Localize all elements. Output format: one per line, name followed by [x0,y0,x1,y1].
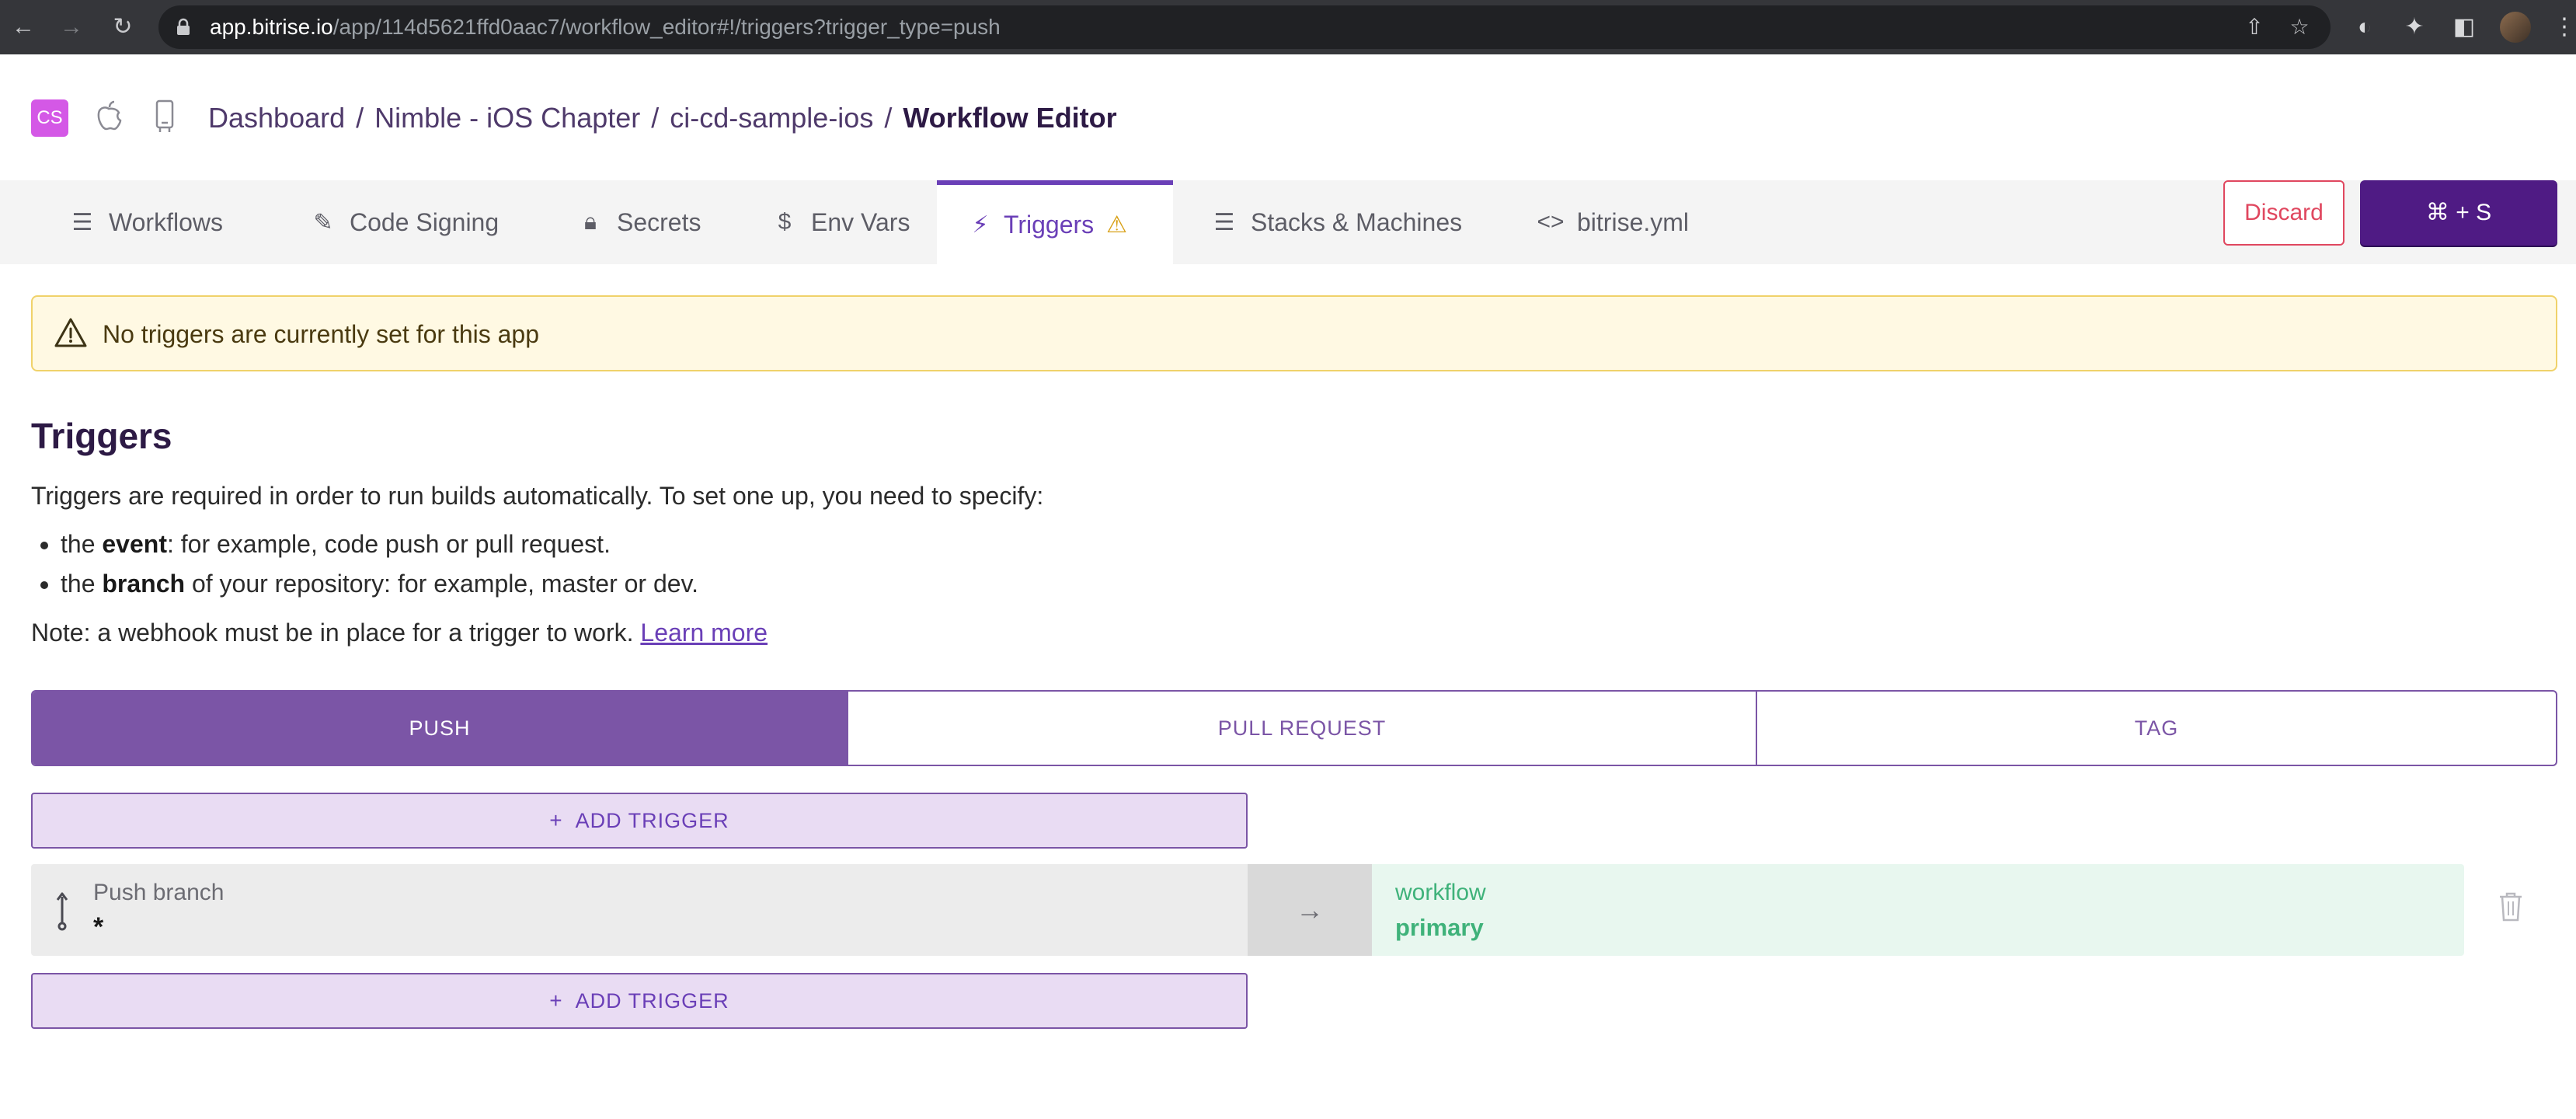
layers-icon: ☰ [1213,209,1235,235]
bolt-icon: ⚡︎ [972,211,989,238]
tab-push[interactable]: PUSH [33,692,848,765]
bullet-suffix: : for example, code push or pull request… [166,530,611,558]
extension-icon[interactable]: ◐ [2351,13,2379,41]
apple-icon [97,100,122,131]
trigger-row[interactable]: Push branch * → workflow primary [31,864,2464,956]
list-icon: ☰ [71,209,93,235]
workflow-name: primary [1395,914,1484,941]
add-trigger-button[interactable]: + ADD TRIGGER [31,793,1248,849]
editor-tabbar: ☰ Workflows ✎ Code Signing 🔒︎ Secrets $ … [0,180,2576,264]
tab-secrets[interactable]: 🔒︎ Secrets [575,180,701,264]
url-path: /app/114d5621ffd0aac7/workflow_editor#!/… [332,15,1001,39]
alert-message: No triggers are currently set for this a… [103,320,540,348]
add-trigger-label: ADD TRIGGER [575,808,729,832]
bullet-strong: branch [102,570,186,598]
workflow-label: workflow [1395,880,1486,905]
delete-trigger-icon[interactable] [2497,889,2525,923]
requirements-list: the event: for example, code push or pul… [61,530,698,609]
side-panel-icon[interactable]: ◧ [2450,13,2478,41]
tab-label: Workflows [109,207,223,236]
webhook-note: Note: a webhook must be in place for a t… [31,619,768,647]
bullet-suffix: of your repository: for example, master … [185,570,699,598]
lock-icon: 🔒︎ [584,209,597,235]
bookmark-star-icon[interactable]: ☆ [2287,15,2312,40]
bullet-prefix: the [61,530,103,558]
list-item: the branch of your repository: for examp… [61,570,698,598]
tab-stacks-machines[interactable]: ☰ Stacks & Machines [1209,180,1463,264]
tab-label: Stacks & Machines [1251,207,1463,236]
no-triggers-alert: No triggers are currently set for this a… [31,295,2557,371]
dollar-icon: $ [778,209,792,235]
breadcrumb-separator: / [356,102,364,134]
note-text: Note: a webhook must be in place for a t… [31,619,641,647]
mobile-device-icon [155,99,174,132]
breadcrumb-app[interactable]: ci-cd-sample-ios [670,102,873,134]
intro-text: Triggers are required in order to run bu… [31,482,1044,510]
app-avatar[interactable]: CS [31,99,68,137]
tab-bitrise-yml[interactable]: <> bitrise.yml [1535,180,1689,264]
tab-label: Env Vars [811,207,910,236]
arrow-right-icon: → [1248,864,1372,956]
bullet-prefix: the [61,570,103,598]
tab-label: bitrise.yml [1577,207,1690,236]
reload-icon[interactable]: ↻ [106,10,140,44]
discard-button[interactable]: Discard [2223,180,2345,246]
tab-env-vars[interactable]: $ Env Vars [769,180,910,264]
page-title: Workflow Editor [903,102,1117,134]
profile-avatar[interactable] [2500,12,2531,43]
breadcrumb: Dashboard / Nimble - iOS Chapter / ci-cd… [208,99,1117,137]
tab-pull-request[interactable]: PULL REQUEST [848,692,1757,765]
warning-icon [54,318,87,347]
tab-triggers[interactable]: ⚡︎ Triggers ⚠︎ [937,180,1173,264]
breadcrumb-organization[interactable]: Nimble - iOS Chapter [374,102,640,134]
save-button[interactable]: ⌘ + S [2360,180,2557,246]
push-branch-icon [56,892,68,931]
lock-icon [177,18,190,35]
tab-code-signing[interactable]: ✎ Code Signing [308,180,499,264]
tab-label: Code Signing [350,207,500,236]
trigger-type-selector: PUSH PULL REQUEST TAG [31,690,2557,766]
warning-icon: ⚠︎ [1106,211,1128,238]
back-icon[interactable]: ← [6,10,40,44]
url-host: app.bitrise.io [210,15,333,39]
breadcrumb-separator: / [884,102,893,134]
code-icon: <> [1537,209,1565,235]
edit-icon: ✎ [313,209,333,235]
breadcrumb-separator: / [651,102,660,134]
tab-label: Secrets [617,207,701,236]
trigger-branch-pattern: * [93,912,104,942]
trigger-condition[interactable]: Push branch * [31,864,1248,956]
trigger-workflow[interactable]: workflow primary [1372,864,2464,956]
url-text: app.bitrise.io/app/114d5621ffd0aac7/work… [210,15,1001,40]
section-heading: Triggers [31,416,172,456]
puzzle-icon[interactable]: ✦ [2400,13,2428,41]
tab-workflows[interactable]: ☰ Workflows [67,180,223,264]
list-item: the event: for example, code push or pul… [61,530,698,559]
trigger-type-label: Push branch [93,880,225,905]
add-trigger-label: ADD TRIGGER [575,988,729,1013]
learn-more-link[interactable]: Learn more [640,619,768,647]
address-bar[interactable]: app.bitrise.io/app/114d5621ffd0aac7/work… [158,5,2331,49]
breadcrumb-dashboard[interactable]: Dashboard [208,102,345,134]
add-trigger-button[interactable]: + ADD TRIGGER [31,973,1248,1029]
share-icon[interactable]: ⇧ [2242,15,2267,40]
bullet-strong: event [102,530,167,558]
forward-icon[interactable]: → [54,10,89,44]
plus-icon: + [549,808,563,832]
tab-tag[interactable]: TAG [1757,692,2556,765]
more-menu-icon[interactable]: ⋮ [2553,12,2576,42]
browser-toolbar: ← → ↻ app.bitrise.io/app/114d5621ffd0aac… [0,0,2576,54]
plus-icon: + [549,988,563,1013]
tab-label: Triggers [1004,210,1095,239]
